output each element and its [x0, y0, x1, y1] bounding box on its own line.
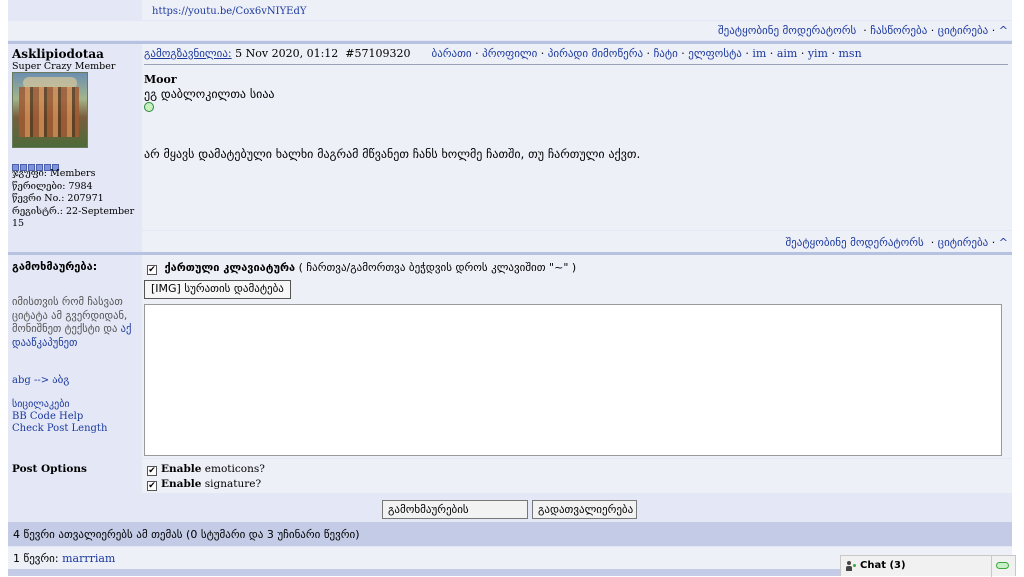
chat-link[interactable]: ჩატი	[654, 47, 678, 60]
post-body: გამოგზავნილია: 5 Nov 2020, 01:12 #571093…	[142, 44, 1012, 230]
georgian-keyboard-label: ქართული კლავიატურა	[164, 261, 296, 274]
msn-link[interactable]: msn	[839, 47, 862, 60]
quote-help-text: იმისთვის რომ ჩასვათ ციტატა ამ გვერდიდან,…	[12, 296, 128, 335]
author-posts: წერილები: 7984	[12, 180, 93, 192]
post-options: ✔ Enable emoticons? ✔ Enable signature?	[142, 459, 1012, 493]
previous-post-tail: https://youtu.be/Cox6vNIYEdY	[8, 0, 1012, 20]
author-title: Super Crazy Member	[12, 61, 116, 72]
previous-post-actions: შეატყობინე მოდერატორს · ჩასწორება · ციტი…	[8, 21, 1012, 40]
reply-sidebar: გამოხმაურება: იმისთვის რომ ჩასვათ ციტატა…	[8, 255, 141, 458]
preview-button[interactable]: გადათვალიერება	[532, 500, 637, 519]
chat-toggle-icon[interactable]	[996, 562, 1009, 569]
aim-link[interactable]: aim	[777, 47, 798, 60]
im-link[interactable]: im	[752, 47, 766, 60]
post-line-1: ეგ დაბლოკილთა სიაა	[144, 87, 275, 101]
profile-card-link[interactable]: ბარათი	[432, 47, 472, 60]
enable-signature-checkbox[interactable]: ✔	[147, 481, 157, 491]
report-moderator-link[interactable]: შეატყობინე მოდერატორს	[785, 236, 923, 249]
quote-author: Moor	[144, 73, 177, 86]
enable-signature-option: ✔ Enable signature?	[147, 478, 262, 491]
post-line-2: არ მყავს დამატებული ხალხი მაგრამ მწვანეთ…	[144, 147, 641, 161]
author-group: ჯგუფი: Members	[12, 168, 96, 179]
reply-editor: ✔ ქართული კლავიატურა ( ჩართვა/გამორთვა ბ…	[142, 255, 1012, 458]
private-message-link[interactable]: პირადი მიმოწერა	[548, 47, 643, 60]
georgian-keyboard-checkbox[interactable]: ✔	[147, 265, 157, 275]
author-panel: Asklipiodotaa Super Crazy Member ჯგუფი: …	[8, 44, 141, 230]
author-name[interactable]: Asklipiodotaa	[12, 47, 104, 61]
reply-tools: სიცილაკები BB Code Help Check Post Lengt…	[12, 399, 107, 435]
profile-link[interactable]: პროფილი	[482, 47, 537, 60]
post-header: გამოგზავნილია: 5 Nov 2020, 01:12 #571093…	[144, 47, 862, 60]
quote-link[interactable]: ციტირება	[938, 236, 989, 249]
yim-link[interactable]: yim	[808, 47, 828, 60]
author-registered: რეგისტრ.: 22-September 15	[12, 205, 135, 230]
quote-link[interactable]: ციტირება	[938, 24, 989, 37]
check-post-length-link[interactable]: Check Post Length	[12, 423, 107, 434]
enable-emoticons-checkbox[interactable]: ✔	[147, 466, 157, 476]
post-date: 5 Nov 2020, 01:12	[235, 47, 339, 60]
smilies-link[interactable]: სიცილაკები	[12, 399, 70, 410]
post-actions: შეატყობინე მოდერატორს · ციტირება · ^	[8, 231, 1012, 252]
post-divider	[144, 64, 1008, 65]
author-member-no: წევრი No.: 207971	[12, 193, 104, 204]
topic-viewers-text: 4 წევრი ათვალიერებს ამ თემას (0 სტუმარი …	[13, 528, 360, 541]
forum-page: https://youtu.be/Cox6vNIYEdY შეატყობინე …	[8, 0, 1012, 576]
avatar[interactable]	[12, 72, 88, 148]
rank-pips	[12, 160, 60, 171]
user-online-icon	[846, 561, 856, 571]
readers-label: 1 წევრი:	[13, 552, 59, 565]
scroll-top-link[interactable]: ^	[999, 24, 1008, 37]
youtube-link[interactable]: https://youtu.be/Cox6vNIYEdY	[152, 6, 306, 17]
reply-label: გამოხმაურება:	[12, 260, 98, 273]
reply-buttons: გამოხმაურების დამატება გადათვალიერება	[8, 494, 1012, 534]
post-options-label: Post Options	[12, 463, 87, 475]
add-image-button[interactable]: [IMG] სურათის დამატება	[144, 280, 291, 299]
smiley-icon	[144, 102, 154, 112]
post-options-label-cell: Post Options	[8, 459, 141, 493]
abg-link[interactable]: abg --> აბგ	[12, 375, 69, 386]
chat-widget[interactable]: Chat (3)	[840, 555, 1016, 577]
email-link[interactable]: ელფოსტა	[688, 47, 742, 60]
reader-user-link[interactable]: marrriam	[62, 552, 115, 565]
post-id: #57109320	[345, 47, 411, 60]
chat-label[interactable]: Chat (3)	[860, 560, 906, 571]
submit-reply-button[interactable]: გამოხმაურების დამატება	[382, 500, 528, 534]
chat-count: (3)	[889, 560, 906, 571]
author-stats: ჯგუფი: Members წერილები: 7984 წევრი No.:…	[12, 168, 141, 231]
topic-viewers-bar: 4 წევრი ათვალიერებს ამ თემას (0 სტუმარი …	[8, 522, 1012, 546]
report-moderator-link[interactable]: შეატყობინე მოდერატორს	[718, 24, 856, 37]
enable-emoticons-option: ✔ Enable emoticons?	[147, 463, 265, 476]
reply-textarea[interactable]	[144, 304, 1002, 456]
bbcode-help-link[interactable]: BB Code Help	[12, 411, 83, 422]
quote-help: იმისთვის რომ ჩასვათ ციტატა ამ გვერდიდან,…	[12, 296, 138, 350]
posted-label[interactable]: გამოგზავნილია:	[144, 47, 232, 60]
edit-link[interactable]: ჩასწორება	[870, 24, 927, 37]
georgian-keyboard-row: ✔ ქართული კლავიატურა ( ჩართვა/გამორთვა ბ…	[147, 261, 577, 275]
georgian-keyboard-hint: ( ჩართვა/გამორთვა ბეჭდვის დროს კლავიშით …	[298, 261, 577, 274]
scroll-top-link[interactable]: ^	[999, 236, 1008, 249]
